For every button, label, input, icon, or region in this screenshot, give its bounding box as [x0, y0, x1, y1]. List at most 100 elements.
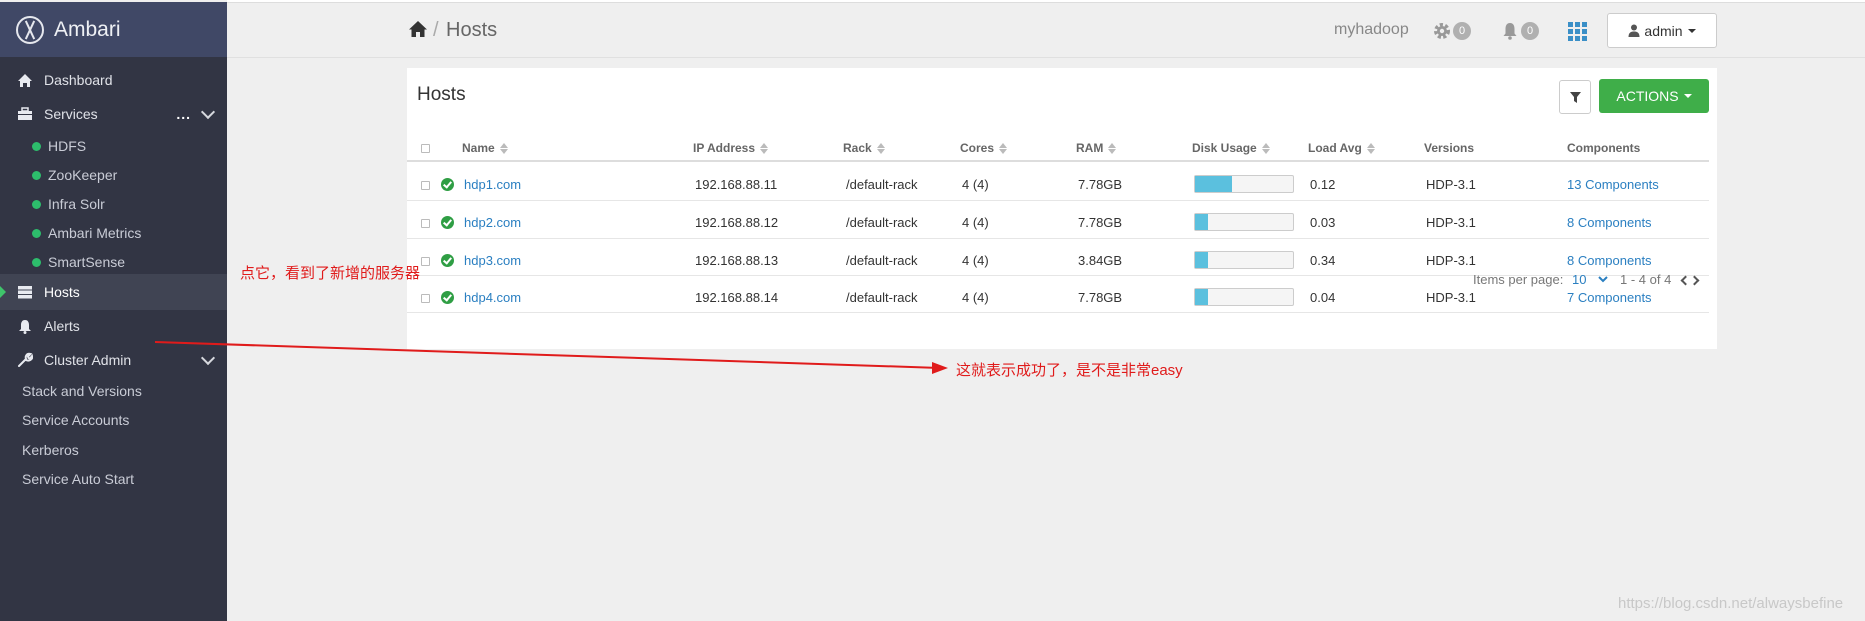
select-all-checkbox[interactable]	[421, 144, 430, 153]
filter-button[interactable]	[1559, 80, 1591, 114]
brand[interactable]: Ambari	[0, 2, 227, 57]
host-name-link[interactable]: hdp4.com	[464, 290, 521, 305]
host-name-link[interactable]: hdp1.com	[464, 177, 521, 192]
annotation-note: 点它，看到了新增的服务器	[240, 265, 421, 282]
sort-icon	[1366, 142, 1375, 154]
chevron-down-icon[interactable]	[200, 104, 216, 120]
column-header-label: RAM	[1076, 141, 1104, 155]
sidebar: Ambari Dashboard Services ... HDFS ZooKe…	[0, 2, 227, 621]
host-ip: 192.168.88.12	[695, 215, 779, 230]
brand-name: Ambari	[54, 17, 121, 41]
sidebar-subitem-service-accounts[interactable]: Service Accounts	[22, 405, 129, 435]
host-name-link[interactable]: hdp3.com	[464, 253, 521, 268]
column-header-name[interactable]: Name	[462, 141, 508, 155]
column-header-rack[interactable]: Rack	[843, 141, 885, 155]
row-checkbox[interactable]	[421, 257, 430, 266]
subitem-label: Service Accounts	[22, 412, 130, 428]
status-ok-dot-icon	[32, 257, 41, 267]
services-more-icon[interactable]: ...	[176, 106, 191, 122]
column-header-label: Disk Usage	[1192, 141, 1257, 155]
sidebar-item-services[interactable]: Services ...	[0, 96, 227, 132]
sidebar-item-label: Cluster Admin	[44, 352, 132, 368]
actions-button[interactable]: ACTIONS	[1599, 79, 1709, 113]
host-version: HDP-3.1	[1426, 253, 1476, 268]
row-divider	[407, 312, 1709, 313]
table-header-divider	[407, 160, 1709, 162]
row-checkbox[interactable]	[421, 219, 430, 228]
app-grid-icon[interactable]	[1568, 22, 1588, 41]
sort-icon	[999, 142, 1008, 154]
column-header-ip[interactable]: IP Address	[693, 141, 769, 155]
column-header-cores[interactable]: Cores	[960, 141, 1008, 155]
sidebar-service-item[interactable]: SmartSense	[32, 247, 125, 277]
subitem-label: Kerberos	[22, 442, 79, 458]
home-icon	[16, 72, 34, 88]
cluster-name: myhadoop	[1334, 21, 1409, 38]
row-divider	[407, 200, 1709, 201]
annotation-note: 这就表示成功了，是不是非常easy	[956, 362, 1183, 379]
sidebar-service-item[interactable]: Ambari Metrics	[32, 218, 141, 248]
column-header-ram[interactable]: RAM	[1076, 141, 1117, 155]
disk-usage-fill	[1195, 252, 1208, 268]
service-label: HDFS	[48, 138, 87, 154]
host-name-link[interactable]: hdp2.com	[464, 215, 521, 230]
host-load-avg: 0.04	[1310, 290, 1336, 305]
column-header-label: IP Address	[693, 141, 756, 155]
next-page-icon[interactable]	[1689, 275, 1700, 286]
host-ip: 192.168.88.11	[695, 177, 778, 192]
disk-usage-bar	[1194, 288, 1294, 306]
user-icon	[1628, 24, 1640, 37]
page-title: Hosts	[446, 19, 498, 41]
host-components-link[interactable]: 8 Components	[1567, 253, 1652, 268]
disk-usage-bar	[1194, 213, 1294, 231]
user-menu-button[interactable]: admin	[1607, 13, 1717, 48]
bell-icon[interactable]	[1499, 20, 1521, 42]
host-rack: /default-rack	[846, 215, 918, 230]
service-label: ZooKeeper	[48, 167, 118, 183]
disk-usage-fill	[1195, 289, 1208, 305]
sidebar-subitem-kerberos[interactable]: Kerberos	[22, 435, 79, 465]
host-load-avg: 0.03	[1310, 215, 1336, 230]
host-components-link[interactable]: 13 Components	[1567, 177, 1659, 192]
row-checkbox[interactable]	[421, 294, 430, 303]
sidebar-item-label: Services	[44, 106, 98, 122]
user-name: admin	[1644, 22, 1683, 39]
caret-down-icon	[1683, 94, 1692, 98]
page-range: 1 - 4 of 4	[1620, 272, 1672, 287]
column-header-label: Rack	[843, 141, 872, 155]
host-rack: /default-rack	[846, 253, 918, 268]
sidebar-item-label: Dashboard	[44, 72, 113, 88]
sort-icon	[499, 142, 508, 154]
sort-icon	[1261, 142, 1270, 154]
items-per-page-select[interactable]: 10	[1572, 272, 1586, 287]
column-header-load-avg[interactable]: Load Avg	[1308, 141, 1375, 155]
home-icon[interactable]	[408, 20, 428, 38]
host-rack: /default-rack	[846, 177, 918, 192]
watermark: https://blog.csdn.net/alwaysbefine	[1618, 595, 1844, 612]
host-components-link[interactable]: 7 Components	[1567, 290, 1652, 305]
host-status-ok-icon	[441, 216, 454, 229]
hosts-card: Hosts ACTIONS Name IP Address Rack Cores…	[407, 68, 1717, 349]
host-version: HDP-3.1	[1426, 290, 1476, 305]
sidebar-service-item[interactable]: ZooKeeper	[32, 160, 117, 190]
host-status-ok-icon	[441, 254, 454, 267]
sidebar-subitem-stack-and-versions[interactable]: Stack and Versions	[22, 376, 142, 406]
sidebar-subitem-service-auto-start[interactable]: Service Auto Start	[22, 464, 134, 494]
host-components-link[interactable]: 8 Components	[1567, 215, 1652, 230]
column-header-label: Load Avg	[1308, 141, 1362, 155]
subitem-label: Stack and Versions	[22, 383, 142, 399]
chevron-down-icon[interactable]	[1598, 276, 1608, 283]
sidebar-item-hosts[interactable]: Hosts	[0, 274, 227, 310]
top-border	[227, 0, 1865, 3]
sidebar-service-item[interactable]: HDFS	[32, 131, 86, 161]
column-header-label: Name	[462, 141, 495, 155]
card-title: Hosts	[417, 84, 466, 105]
sidebar-item-dashboard[interactable]: Dashboard	[0, 62, 227, 98]
column-header-label: Components	[1567, 141, 1641, 155]
column-header-disk-usage[interactable]: Disk Usage	[1192, 141, 1270, 155]
gear-icon[interactable]	[1431, 20, 1453, 42]
annotation-arrow-icon	[154, 341, 948, 374]
sidebar-service-item[interactable]: Infra Solr	[32, 189, 105, 219]
row-checkbox[interactable]	[421, 181, 430, 190]
server-icon	[16, 284, 34, 300]
